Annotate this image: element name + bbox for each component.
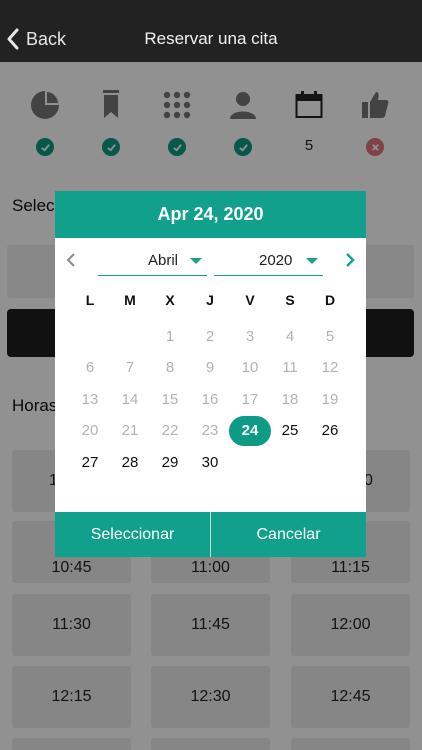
calendar-day[interactable]: 28 — [110, 447, 150, 477]
calendar-day: 8 — [150, 353, 190, 383]
calendar-day: 14 — [110, 384, 150, 414]
day-number: 22 — [161, 422, 179, 439]
calendar-grid: 1 2 3 4 5 6 7 8 9 10 11 12 13 14 15 16 17 18 19 20 21 22 23 24 2… — [70, 321, 350, 491]
calendar-day: 20 — [70, 416, 110, 446]
calendar-day-selected[interactable]: 24 — [229, 415, 271, 446]
day-number: 1 — [165, 327, 175, 345]
year-value: 2020 — [259, 252, 293, 269]
weekday-header: LMXJVSD — [70, 292, 350, 312]
picker-actions: Seleccionar Cancelar — [55, 512, 366, 557]
calendar-day: 2 — [190, 321, 230, 351]
selected-date-title: Apr 24, 2020 — [55, 191, 366, 238]
calendar-day: 23 — [190, 416, 230, 446]
day-number: 12 — [321, 359, 339, 376]
day-number: 3 — [245, 327, 255, 345]
calendar-day: 19 — [310, 384, 350, 414]
weekday-label: V — [245, 292, 255, 308]
calendar-day[interactable]: 26 — [310, 416, 350, 446]
calendar-day: 16 — [190, 384, 230, 414]
calendar-day[interactable]: 27 — [70, 447, 110, 477]
weekday-label: S — [285, 292, 295, 308]
cancel-button[interactable]: Cancelar — [211, 512, 366, 557]
day-number: 21 — [121, 422, 139, 439]
day-number: 11 — [282, 359, 298, 376]
caret-down-icon — [190, 258, 202, 264]
calendar-day: 10 — [230, 353, 270, 383]
day-number: 5 — [325, 327, 335, 345]
year-dropdown[interactable]: 2020 — [214, 250, 323, 276]
calendar-day: 7 — [110, 353, 150, 383]
calendar-day: 6 — [70, 353, 110, 383]
navbar: Back Reservar una cita — [0, 0, 422, 62]
calendar-day: 18 — [270, 384, 310, 414]
day-number: 18 — [281, 390, 299, 408]
weekday-label: L — [85, 292, 95, 308]
weekday-label: X — [165, 292, 175, 308]
day-number: 2 — [205, 327, 215, 345]
day-number: 8 — [165, 359, 175, 376]
day-number: 10 — [241, 359, 259, 376]
day-number: 6 — [85, 359, 95, 376]
day-number: 28 — [121, 453, 139, 471]
day-number: 20 — [81, 422, 99, 439]
weekday-label: D — [324, 292, 336, 308]
month-dropdown[interactable]: Abril — [98, 250, 207, 276]
calendar-day: 11 — [270, 353, 310, 383]
prev-month-button[interactable] — [61, 248, 81, 272]
day-number: 26 — [321, 422, 339, 439]
month-year-controls: Abril 2020 — [55, 238, 366, 282]
calendar-day: 3 — [230, 321, 270, 351]
month-value: Abril — [148, 252, 179, 269]
day-number: 25 — [281, 422, 299, 439]
chevron-right-icon — [346, 253, 355, 267]
calendar-day: 17 — [230, 384, 270, 414]
calendar-day: 15 — [150, 384, 190, 414]
date-picker-dialog: Apr 24, 2020 Abril 2020 LMXJVSD 12345678… — [55, 191, 366, 557]
day-number: 30 — [201, 453, 219, 471]
day-number: 16 — [201, 390, 219, 408]
chevron-left-icon — [66, 253, 75, 267]
calendar-day[interactable]: 25 — [270, 416, 310, 446]
caret-down-icon — [306, 258, 318, 264]
calendar-day[interactable]: 29 — [150, 447, 190, 477]
day-number: 19 — [321, 390, 339, 408]
calendar-day: 21 — [110, 416, 150, 446]
day-number: 9 — [205, 359, 215, 376]
day-number: 15 — [161, 390, 179, 408]
calendar-day: 9 — [190, 353, 230, 383]
weekday-label: M — [124, 292, 136, 308]
day-number: 24 — [241, 422, 259, 439]
day-number: 23 — [201, 422, 219, 439]
next-month-button[interactable] — [340, 248, 360, 272]
day-number: 29 — [161, 453, 179, 471]
calendar-day: 1 — [150, 321, 190, 351]
day-number: 4 — [285, 327, 295, 345]
calendar-day: 13 — [70, 384, 110, 414]
weekday-label: J — [206, 292, 214, 308]
calendar-day: 22 — [150, 416, 190, 446]
calendar-day: 4 — [270, 321, 310, 351]
page-title: Reservar una cita — [144, 29, 278, 48]
day-number: 13 — [81, 390, 99, 408]
calendar-day[interactable]: 30 — [190, 447, 230, 477]
day-number: 27 — [81, 453, 99, 471]
day-number: 14 — [121, 390, 139, 408]
calendar-day: 5 — [310, 321, 350, 351]
select-button[interactable]: Seleccionar — [55, 512, 210, 557]
calendar-day: 12 — [310, 353, 350, 383]
day-number: 7 — [125, 359, 135, 376]
day-number: 17 — [241, 390, 259, 408]
